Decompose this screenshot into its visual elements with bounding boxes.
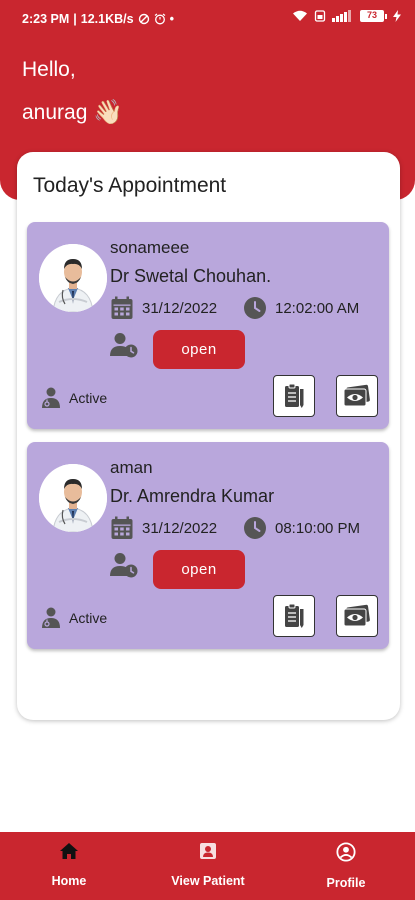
- time-row: 12:02:00 AM: [243, 296, 359, 320]
- date-row: 31/12/2022: [110, 516, 217, 540]
- clock-icon: [244, 297, 266, 319]
- status-left: 2:23 PM | 12.1KB/s •: [22, 12, 174, 26]
- clock-time: 2:23 PM: [22, 12, 70, 26]
- person-clock-icon: [110, 333, 138, 358]
- appointment-date: 31/12/2022: [142, 519, 218, 537]
- bottom-nav: Home View Patient Profile: [0, 832, 415, 900]
- status-bar: 2:23 PM | 12.1KB/s • 73: [0, 0, 415, 38]
- person-clock-icon: [110, 553, 138, 578]
- status-indicator: Active: [41, 607, 107, 629]
- nav-view-patient-label: View Patient: [171, 874, 245, 888]
- username: anurag: [22, 100, 88, 124]
- doctor-status-icon: [42, 387, 60, 408]
- patient-name: sonameee: [110, 238, 190, 257]
- appointment-time: 12:02:00 AM: [275, 299, 360, 317]
- appointment-card[interactable]: sonameee Dr Swetal Chouhan. 31/12/2022 1…: [27, 222, 389, 429]
- time-row: 08:10:00 PM: [243, 516, 360, 540]
- separator: |: [73, 12, 77, 26]
- nav-home-label: Home: [51, 874, 87, 888]
- patient-name: aman: [110, 458, 153, 477]
- open-button[interactable]: open: [153, 550, 245, 589]
- signal-icon: [332, 10, 351, 22]
- data-saver-icon: [138, 13, 149, 25]
- open-button[interactable]: open: [153, 330, 245, 369]
- clipboard-icon: [285, 603, 304, 628]
- home-icon: [60, 843, 78, 859]
- username-row: anurag 👋🏻: [22, 98, 123, 127]
- wave-emoji: 👋🏻: [93, 99, 124, 126]
- dot-icon: •: [169, 12, 174, 26]
- nav-profile[interactable]: Profile: [286, 842, 406, 890]
- sim-icon: [314, 10, 326, 22]
- patient-card-icon: [200, 843, 216, 859]
- nav-home[interactable]: Home: [9, 842, 129, 888]
- id-card-eye-icon: [343, 604, 370, 627]
- status-right: 73: [292, 10, 401, 22]
- doctor-avatar: [39, 464, 107, 532]
- greeting: Hello,: [22, 58, 76, 81]
- panel-title: Today's Appointment: [33, 174, 227, 197]
- doctor-name: Dr Swetal Chouhan.: [110, 266, 272, 286]
- battery-level: 73: [360, 10, 384, 22]
- appointments-panel: Today's Appointment sonameee Dr Swetal C…: [17, 152, 400, 720]
- doctor-name: Dr. Amrendra Kumar: [110, 486, 275, 506]
- status-indicator: Active: [41, 387, 107, 409]
- wifi-icon: [293, 10, 307, 21]
- profile-icon: [336, 842, 356, 862]
- status-label: Active: [69, 390, 108, 406]
- id-card-eye-icon: [343, 384, 370, 407]
- clipboard-icon: [285, 383, 304, 408]
- appointment-card[interactable]: aman Dr. Amrendra Kumar 31/12/2022 08:10…: [27, 442, 389, 649]
- alarm-icon: [154, 13, 165, 25]
- document-view-button[interactable]: [336, 375, 378, 417]
- prescription-button[interactable]: [273, 375, 315, 417]
- calendar-icon: [111, 296, 133, 319]
- appointment-time: 08:10:00 PM: [275, 519, 361, 537]
- document-view-button[interactable]: [336, 595, 378, 637]
- network-speed: 12.1KB/s: [80, 12, 134, 26]
- calendar-icon: [111, 516, 133, 539]
- status-label: Active: [69, 610, 108, 626]
- appointment-date: 31/12/2022: [142, 299, 218, 317]
- nav-view-patient[interactable]: View Patient: [148, 842, 268, 888]
- charging-icon: [393, 10, 401, 22]
- nav-profile-label: Profile: [326, 876, 366, 890]
- doctor-status-icon: [42, 607, 60, 628]
- prescription-button[interactable]: [273, 595, 315, 637]
- doctor-avatar: [39, 244, 107, 312]
- clock-icon: [244, 517, 266, 539]
- battery-icon: 73: [360, 10, 387, 22]
- date-row: 31/12/2022: [110, 296, 217, 320]
